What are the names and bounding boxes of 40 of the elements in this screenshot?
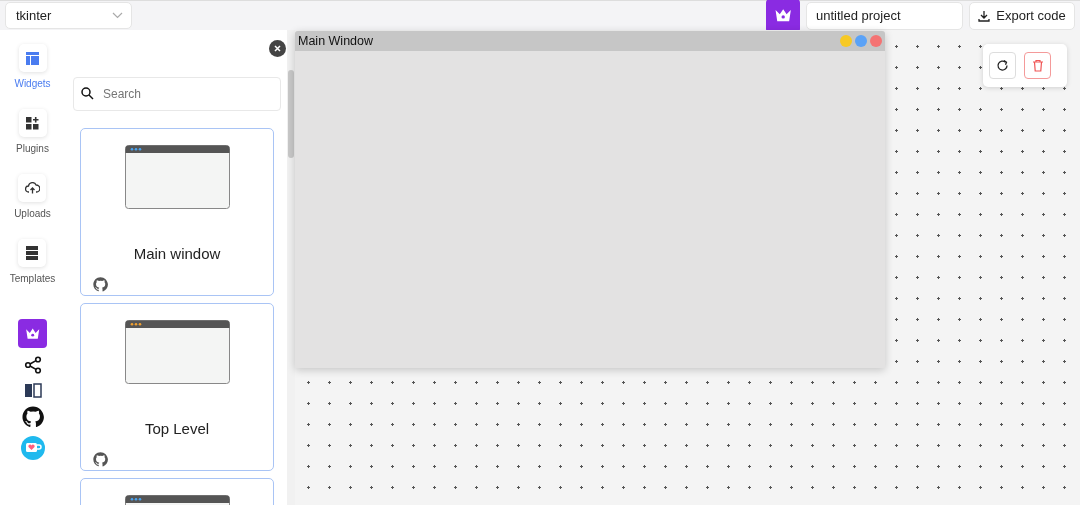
- project-name-field[interactable]: untitled project: [806, 1, 963, 30]
- sidebar-label[interactable]: Templates: [9, 273, 56, 284]
- layout-icon: [26, 51, 39, 65]
- coffee-cup-icon[interactable]: [20, 436, 45, 460]
- sidebar-label[interactable]: Uploads: [14, 208, 51, 219]
- cloud-upload-icon: [25, 182, 40, 194]
- sidebar-tab[interactable]: [18, 109, 47, 137]
- sidebar-label[interactable]: Plugins: [16, 143, 49, 154]
- widget-name: Top Level: [144, 420, 210, 437]
- download-icon: [978, 9, 991, 22]
- book-icon[interactable]: [23, 382, 42, 398]
- reload-icon: [996, 59, 1009, 72]
- export-button[interactable]: Export code: [969, 1, 1075, 30]
- window-icon: [124, 145, 230, 209]
- search-icon: [81, 87, 94, 100]
- grid-plus-icon: [26, 116, 39, 130]
- widget-card[interactable]: Main window: [80, 128, 274, 296]
- github-icon[interactable]: [93, 277, 108, 292]
- close-icon: [274, 45, 281, 52]
- crown-icon[interactable]: [18, 319, 47, 348]
- close-button[interactable]: [269, 40, 286, 57]
- window-icon: [124, 320, 230, 384]
- trash-icon: [1031, 59, 1044, 72]
- widget-name: Main window: [133, 245, 221, 262]
- delete-button[interactable]: [1024, 52, 1051, 79]
- share-icon[interactable]: [23, 356, 42, 374]
- github-icon[interactable]: [93, 452, 108, 467]
- chevron-down-icon: [112, 12, 123, 19]
- github-icon[interactable]: [21, 406, 44, 428]
- widget-card[interactable]: Top Level: [80, 303, 274, 471]
- sidebar-tab[interactable]: [18, 239, 47, 267]
- framework-dropdown[interactable]: tkinter: [5, 2, 132, 29]
- scrollbar[interactable]: [288, 70, 294, 158]
- server-icon: [26, 246, 39, 260]
- sidebar-label[interactable]: Widgets: [14, 78, 51, 89]
- search-field[interactable]: Search: [73, 77, 281, 111]
- window-title: Main Window: [298, 34, 375, 48]
- reload-button[interactable]: [989, 52, 1016, 79]
- sidebar-tab[interactable]: [18, 174, 47, 202]
- crown-icon[interactable]: [766, 0, 800, 33]
